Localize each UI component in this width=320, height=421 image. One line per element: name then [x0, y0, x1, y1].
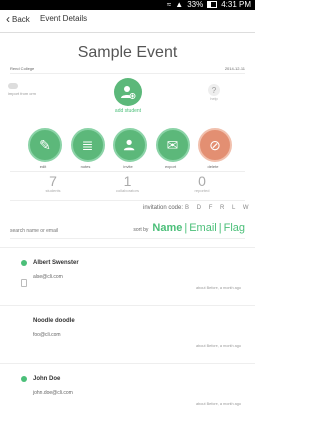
divider	[10, 200, 245, 201]
delete-label: delete	[207, 164, 219, 169]
list-item[interactable]: Noodle doodle foo@cli.com about Before, …	[0, 305, 255, 363]
student-time: about Before, a month ago	[196, 402, 241, 406]
stat-collaborators: 1 collaborators	[113, 174, 143, 196]
ban-icon: ⊘	[198, 128, 232, 162]
stat-label: collaborators	[116, 188, 139, 193]
help-icon: ?	[208, 84, 220, 96]
chevron-left-icon: ‹	[6, 12, 10, 26]
student-name: John Doe	[33, 376, 61, 382]
pencil-icon: ✎	[28, 128, 62, 162]
student-time: about Before, a month ago	[196, 344, 241, 348]
add-student-button[interactable]: add student	[113, 78, 143, 114]
sort-email-button[interactable]: Email	[189, 222, 217, 234]
student-email: alse@cli.com	[33, 274, 63, 280]
back-label: Back	[12, 14, 30, 24]
online-indicator	[21, 260, 27, 266]
email-icon: ✉	[155, 128, 190, 162]
invite-button[interactable]: invite	[113, 128, 147, 169]
edit-label: edit	[39, 164, 47, 169]
student-list: Albert Swenster alse@cli.com about Befor…	[0, 247, 255, 421]
invite-label: invite	[123, 164, 133, 169]
divider	[10, 171, 245, 172]
notes-button[interactable]: ≣ notes	[70, 128, 105, 169]
import-button[interactable]: import from crm	[8, 83, 36, 96]
invitation-label: invitation code:	[143, 205, 184, 211]
app-header: ‹ Back Event Details	[0, 10, 255, 33]
clock: 4:31 PM	[221, 0, 251, 9]
stat-students: 7 students	[38, 174, 68, 196]
cloud-icon	[8, 83, 18, 89]
sort-label: sort by	[133, 227, 149, 233]
back-button[interactable]: ‹ Back	[6, 12, 30, 26]
student-time: about Before, a month ago	[196, 286, 241, 290]
battery-percent: 33%	[187, 0, 204, 9]
event-date: 2014-12-11	[224, 66, 245, 71]
notes-icon: ≣	[70, 128, 105, 162]
notes-label: notes	[80, 164, 91, 169]
user-add-icon	[114, 78, 142, 106]
list-item[interactable]: John Doe john.doe@cli.com about Before, …	[0, 363, 255, 421]
sort-controls: sort by Name | Email | Flag	[133, 222, 245, 234]
event-meta: Rend College 2014-12-11	[10, 66, 245, 71]
wifi-icon: ≈	[166, 0, 172, 9]
divider	[10, 238, 245, 239]
help-button[interactable]: ? help	[208, 84, 220, 101]
event-organizer: Rend College	[10, 66, 35, 71]
page-title: Event Details	[40, 14, 88, 23]
import-label: import from crm	[8, 91, 36, 96]
stat-label: students	[45, 188, 61, 193]
stat-value: 0	[198, 173, 206, 189]
sort-separator: |	[218, 222, 222, 234]
stats-row: 7 students 1 collaborators 0 reported	[0, 174, 255, 196]
signal-icon: ▲	[175, 0, 184, 9]
search-input[interactable]	[10, 226, 120, 236]
battery-icon	[207, 1, 218, 8]
add-student-label: add student	[114, 108, 142, 114]
phone-icon	[21, 279, 27, 287]
student-name: Noodle doodle	[33, 318, 75, 324]
status-icons: ≈ ▲ 33% 4:31 PM	[167, 0, 251, 9]
sort-flag-button[interactable]: Flag	[224, 222, 245, 234]
delete-button[interactable]: ⊘ delete	[198, 128, 232, 169]
stat-value: 1	[123, 173, 132, 189]
invitation-code: invitation code: B D F R L W	[143, 205, 251, 211]
sort-name-button[interactable]: Name	[152, 222, 182, 234]
divider	[10, 73, 245, 74]
stat-reported: 0 reported	[187, 174, 217, 196]
export-label: export	[164, 164, 177, 169]
action-row: ✎ edit ≣ notes invite ✉ export ⊘ delete	[28, 128, 232, 169]
stat-label: reported	[194, 188, 210, 193]
invitation-code-value: B D F R L W	[185, 205, 252, 211]
status-bar: ≈ ▲ 33% 4:31 PM	[0, 0, 255, 10]
list-item[interactable]: Albert Swenster alse@cli.com about Befor…	[0, 247, 255, 305]
export-button[interactable]: ✉ export	[155, 128, 190, 169]
sort-separator: |	[184, 222, 188, 234]
user-add-icon	[113, 128, 147, 162]
edit-button[interactable]: ✎ edit	[28, 128, 62, 169]
stat-value: 7	[49, 173, 57, 189]
help-label: help	[210, 96, 218, 101]
event-title: Sample Event	[77, 44, 178, 61]
student-email: john.doe@cli.com	[33, 390, 73, 396]
online-indicator	[21, 376, 27, 382]
student-name: Albert Swenster	[33, 260, 79, 266]
student-email: foo@cli.com	[33, 332, 61, 338]
top-actions: import from crm add student ? help	[0, 78, 255, 128]
